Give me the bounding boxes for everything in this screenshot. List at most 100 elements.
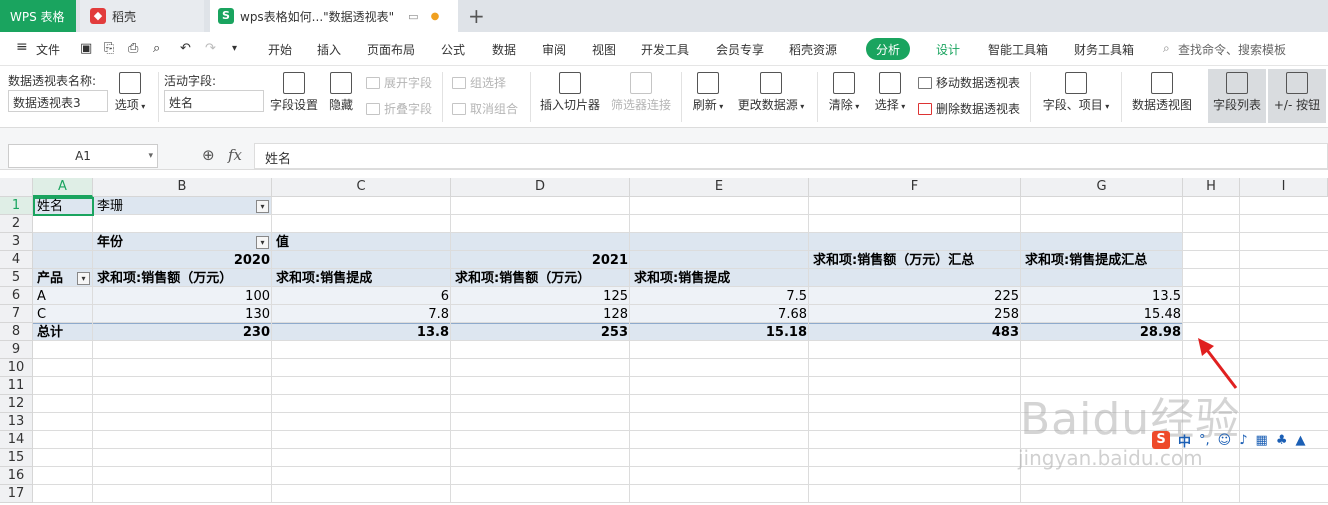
- field-list-button[interactable]: 字段列表: [1208, 69, 1266, 123]
- column-header-e[interactable]: E: [630, 178, 809, 197]
- plus-minus-buttons-button[interactable]: +/- 按钮: [1268, 69, 1326, 123]
- row-header-7[interactable]: 7: [0, 305, 33, 323]
- column-header-b[interactable]: B: [93, 178, 272, 197]
- row-header-3[interactable]: 3: [0, 233, 33, 251]
- row-header-17[interactable]: 17: [0, 485, 33, 503]
- row-header-5[interactable]: 5: [0, 269, 33, 287]
- new-tab-plus-icon[interactable]: +: [468, 4, 485, 28]
- cell-c6[interactable]: 6: [272, 288, 451, 305]
- ime-more-icon[interactable]: ▲: [1295, 433, 1305, 448]
- menu-design[interactable]: 设计: [936, 41, 960, 58]
- tab-daoke[interactable]: ◆ 稻壳: [80, 0, 204, 32]
- pivot-chart-button[interactable]: 数据透视图: [1130, 72, 1194, 113]
- export-icon[interactable]: ⎘: [104, 41, 114, 56]
- pivot-name-input[interactable]: 数据透视表3: [8, 90, 108, 112]
- menu-view[interactable]: 视图: [592, 41, 616, 58]
- ime-punctuation-icon[interactable]: °,: [1199, 433, 1210, 448]
- menu-start[interactable]: 开始: [268, 41, 292, 58]
- fx-icon[interactable]: fx: [228, 146, 242, 164]
- cell-b8[interactable]: 230: [93, 324, 272, 341]
- row-header-16[interactable]: 16: [0, 467, 33, 485]
- ime-toolbar[interactable]: S 中 °, ☺ ♪ ▦ ♣ ▲: [1152, 428, 1328, 452]
- filter-connection-button[interactable]: 筛选器连接: [610, 72, 672, 113]
- year-filter-dropdown-icon[interactable]: ▾: [256, 236, 269, 249]
- column-header-a[interactable]: A: [33, 178, 93, 197]
- row-header-6[interactable]: 6: [0, 287, 33, 305]
- row-header-12[interactable]: 12: [0, 395, 33, 413]
- print-icon[interactable]: ⎙: [128, 41, 138, 56]
- column-header-d[interactable]: D: [451, 178, 630, 197]
- refresh-button[interactable]: 刷新 ▾: [690, 72, 726, 113]
- insert-slicer-button[interactable]: 插入切片器: [540, 72, 600, 113]
- ime-skin-icon[interactable]: ♣: [1276, 433, 1288, 448]
- save-icon[interactable]: ▣: [80, 41, 92, 56]
- menu-smart-toolbox[interactable]: 智能工具箱: [988, 41, 1048, 58]
- row-header-9[interactable]: 9: [0, 341, 33, 359]
- row-header-11[interactable]: 11: [0, 377, 33, 395]
- product-filter-dropdown-icon[interactable]: ▾: [77, 272, 90, 285]
- preview-icon[interactable]: ⌕: [153, 41, 160, 56]
- column-header-f[interactable]: F: [809, 178, 1021, 197]
- options-button[interactable]: 选项 ▾: [112, 72, 148, 113]
- ime-voice-icon[interactable]: ♪: [1239, 433, 1247, 448]
- cell-f8[interactable]: 483: [809, 324, 1021, 341]
- cell-d6[interactable]: 125: [451, 288, 630, 305]
- cell-b1[interactable]: 李珊: [95, 198, 125, 215]
- field-settings-button[interactable]: 字段设置: [268, 72, 320, 113]
- cell-a6[interactable]: A: [35, 288, 48, 305]
- cell-d8[interactable]: 253: [451, 324, 630, 341]
- sogou-logo-icon[interactable]: S: [1152, 431, 1170, 449]
- column-header-g[interactable]: G: [1021, 178, 1183, 197]
- cell-g6[interactable]: 13.5: [1021, 288, 1183, 305]
- redo-icon[interactable]: ↷: [205, 41, 216, 56]
- menu-formula[interactable]: 公式: [441, 41, 465, 58]
- cell-a1[interactable]: 姓名: [35, 198, 65, 215]
- cell-c7[interactable]: 7.8: [272, 306, 451, 323]
- select-button[interactable]: 选择 ▾: [872, 72, 908, 113]
- screen-icon[interactable]: ▭: [408, 10, 418, 23]
- cell-a8-total[interactable]: 总计: [35, 324, 65, 341]
- delete-pivot-button[interactable]: 删除数据透视表: [918, 100, 1020, 117]
- cell-f6[interactable]: 225: [809, 288, 1021, 305]
- cell-g7[interactable]: 15.48: [1021, 306, 1183, 323]
- row-header-13[interactable]: 13: [0, 413, 33, 431]
- row-header-2[interactable]: 2: [0, 215, 33, 233]
- report-filter-dropdown-icon[interactable]: ▾: [256, 200, 269, 213]
- name-box[interactable]: A1 ▾: [8, 144, 158, 168]
- cell-c8[interactable]: 13.8: [272, 324, 451, 341]
- menu-developer[interactable]: 开发工具: [641, 41, 689, 58]
- expand-field-button[interactable]: 展开字段: [366, 74, 432, 91]
- clear-button[interactable]: 清除 ▾: [826, 72, 862, 113]
- menu-file[interactable]: 文件: [36, 41, 60, 58]
- tab-document[interactable]: S wps表格如何..."数据透视表" ▭ ●: [210, 0, 458, 32]
- name-box-dropdown-icon[interactable]: ▾: [148, 145, 153, 167]
- ungroup-button[interactable]: 取消组合: [452, 100, 518, 117]
- ime-emoji-icon[interactable]: ☺: [1218, 433, 1232, 448]
- hamburger-icon[interactable]: ≡: [16, 39, 28, 55]
- column-header-i[interactable]: I: [1240, 178, 1328, 197]
- menu-insert[interactable]: 插入: [317, 41, 341, 58]
- menu-page-layout[interactable]: 页面布局: [367, 41, 415, 58]
- cell-g8[interactable]: 28.98: [1021, 324, 1183, 341]
- menu-data[interactable]: 数据: [492, 41, 516, 58]
- row-header-15[interactable]: 15: [0, 449, 33, 467]
- cell-e8[interactable]: 15.18: [630, 324, 809, 341]
- column-header-h[interactable]: H: [1183, 178, 1240, 197]
- move-pivot-button[interactable]: 移动数据透视表: [918, 74, 1020, 91]
- cell-a7[interactable]: C: [35, 306, 48, 323]
- row-header-8[interactable]: 8: [0, 323, 33, 341]
- undo-icon[interactable]: ↶: [180, 41, 191, 56]
- menu-finance-toolbox[interactable]: 财务工具箱: [1074, 41, 1134, 58]
- fields-items-button[interactable]: 字段、项目 ▾: [1040, 72, 1112, 113]
- formula-input[interactable]: 姓名: [254, 143, 1328, 169]
- quick-access-dropdown-icon[interactable]: ▾: [232, 43, 237, 54]
- select-all-corner[interactable]: [0, 178, 33, 197]
- ime-keyboard-icon[interactable]: ▦: [1256, 433, 1268, 448]
- cell-d7[interactable]: 128: [451, 306, 630, 323]
- row-header-14[interactable]: 14: [0, 431, 33, 449]
- menu-review[interactable]: 审阅: [542, 41, 566, 58]
- zoom-formula-icon[interactable]: ⊕: [202, 146, 215, 164]
- search-command-box[interactable]: 查找命令、搜索模板: [1178, 41, 1286, 58]
- group-select-button[interactable]: 组选择: [452, 74, 506, 91]
- collapse-field-button[interactable]: 折叠字段: [366, 100, 432, 117]
